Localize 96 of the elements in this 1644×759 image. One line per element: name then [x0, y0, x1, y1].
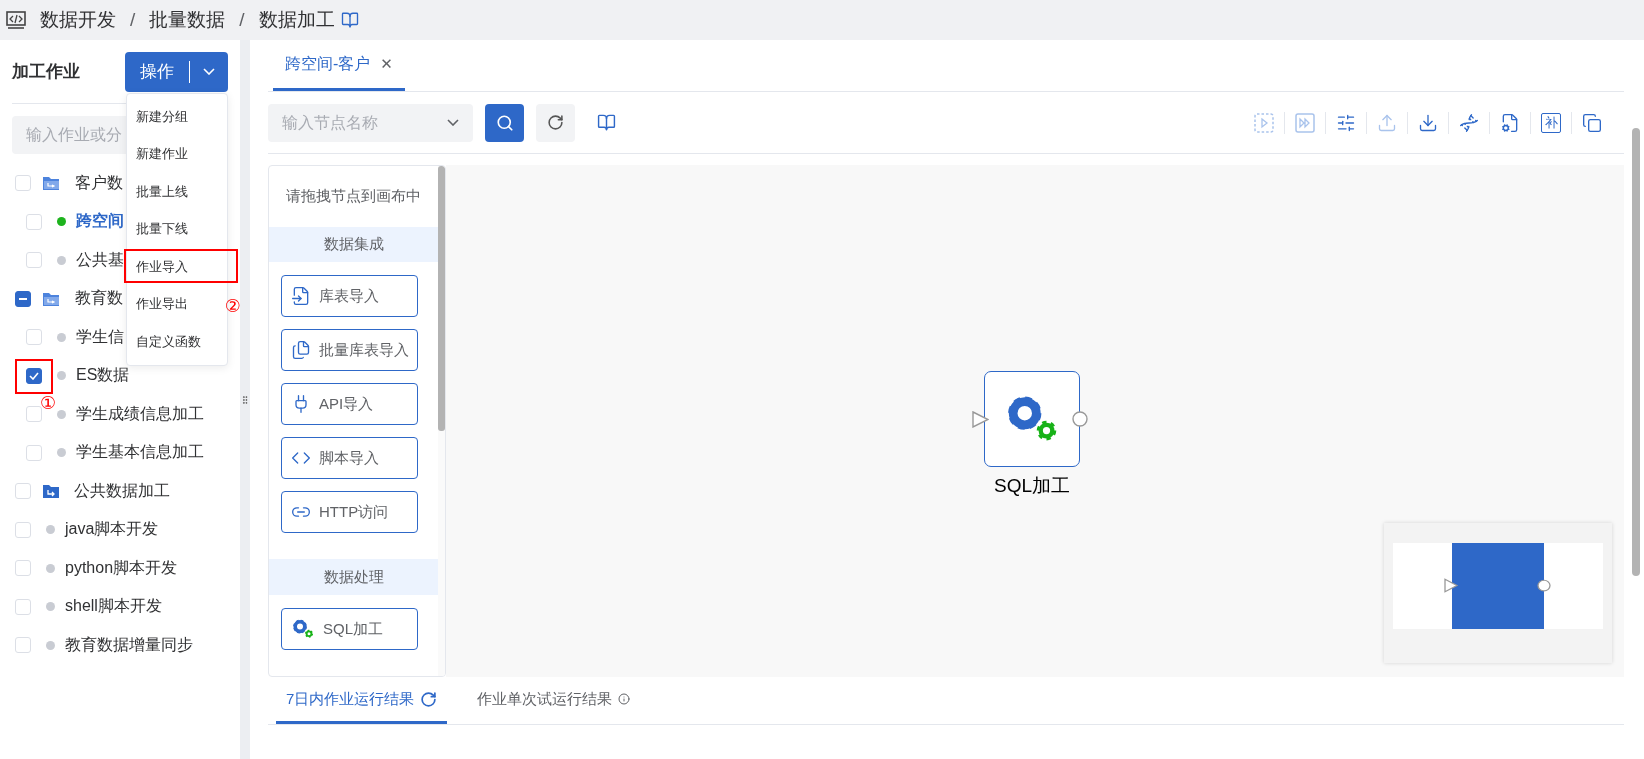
palette-node[interactable]: API导入 [281, 383, 418, 426]
supplement-button[interactable]: 补 [1530, 111, 1571, 134]
tree-item[interactable]: 教育数据增量同步 [0, 634, 193, 656]
menu-item[interactable]: 作业导出 [127, 285, 227, 323]
tree-item[interactable]: 客户数 [0, 172, 123, 194]
breadcrumb-item: 数据加工 [258, 8, 335, 32]
item-label: 跨空间 [76, 211, 124, 232]
item-label: 教育数 [75, 288, 123, 309]
caret-icon [447, 118, 459, 126]
gears-icon [291, 617, 315, 641]
check-icon [29, 371, 39, 380]
search-button[interactable] [485, 103, 524, 142]
info-icon [618, 693, 631, 705]
tree-item[interactable]: 跨空间 [0, 211, 124, 233]
refresh-button[interactable] [536, 103, 575, 142]
close-icon[interactable]: ✕ [380, 55, 393, 73]
item-label: java脚本开发 [65, 519, 159, 540]
menu-item[interactable]: 批量上线 [127, 173, 227, 211]
checkbox[interactable] [26, 367, 42, 384]
tab[interactable]: 7日内作业运行结果 [276, 677, 448, 724]
breadcrumb-separator: / [130, 9, 136, 31]
upload-icon [1377, 112, 1397, 133]
annotation-number: ① [40, 393, 57, 412]
checkbox[interactable] [15, 290, 31, 307]
node-label: 库表导入 [319, 286, 379, 306]
minimap[interactable] [1384, 523, 1612, 663]
section-header: 数据处理 [269, 559, 438, 595]
panel-title: 加工作业 [12, 61, 80, 83]
minus-icon [19, 297, 27, 300]
breadcrumb-item[interactable]: 批量数据 [149, 7, 226, 33]
tree-item[interactable]: 公共数据加工 [0, 480, 170, 502]
annotation-number: ② [224, 296, 241, 315]
menu-item[interactable]: 作业导入 [127, 248, 227, 286]
input-port-icon [972, 411, 989, 428]
folder-icon [43, 484, 59, 499]
item-label: 公共基 [76, 249, 124, 270]
item-label: ES数据 [76, 365, 130, 386]
item-label: 公共数据加工 [74, 480, 170, 501]
sql-node[interactable] [984, 371, 1080, 467]
document-gear-icon [1500, 112, 1520, 133]
files-icon [291, 340, 311, 361]
output-port-icon [1072, 411, 1088, 427]
tab[interactable]: 跨空间-客户 ✕ [273, 40, 405, 91]
caret-icon [203, 68, 215, 75]
palette-hint: 请拖拽节点到画布中 [285, 185, 422, 206]
scrollbar[interactable] [438, 166, 445, 676]
node-label: SQL加工 [323, 619, 383, 639]
scrollbar[interactable] [1632, 128, 1640, 576]
refresh-icon [547, 114, 564, 131]
menu-item[interactable]: 批量下线 [127, 210, 227, 248]
palette-node[interactable]: 批量库表导入 [281, 329, 418, 372]
file-import-icon [291, 286, 311, 307]
item-label: 客户数 [75, 172, 123, 193]
node-label: API导入 [319, 394, 374, 414]
tree-item[interactable]: 教育数 [0, 288, 123, 310]
breadcrumb-item[interactable]: 数据开发 [40, 7, 116, 33]
book-icon[interactable] [340, 11, 359, 29]
item-label: 教育数据增量同步 [65, 634, 193, 655]
menu-item[interactable]: 自定义函数 [127, 323, 227, 361]
palette-node[interactable]: 脚本导入 [281, 437, 418, 480]
node-label: 批量库表导入 [319, 340, 409, 360]
item-label: python脚本开发 [65, 557, 178, 578]
refresh-icon[interactable] [420, 690, 438, 708]
tree-item[interactable]: java脚本开发 [0, 519, 159, 541]
dashed-play-icon [1254, 112, 1274, 133]
tree-item[interactable]: shell脚本开发 [0, 596, 162, 618]
tab[interactable]: 作业单次试运行结果 [467, 677, 641, 724]
actions-button[interactable]: 操作 [125, 51, 228, 92]
search-icon [495, 113, 514, 132]
tree-item[interactable]: 学生基本信息加工 [0, 442, 204, 464]
book-icon[interactable] [597, 113, 616, 132]
item-label: shell脚本开发 [65, 596, 162, 617]
copy-icon [1582, 112, 1602, 133]
fast-forward-icon [1295, 112, 1315, 133]
item-label: 学生信 [76, 326, 124, 347]
item-label: 学生成绩信息加工 [76, 403, 204, 424]
folder-icon [43, 176, 60, 191]
tree-item[interactable]: ES数据 [0, 365, 130, 387]
section-header: 数据集成 [269, 226, 438, 263]
palette-node[interactable]: SQL加工 [281, 608, 418, 650]
download-icon [1418, 112, 1438, 133]
tree-item[interactable]: 学生信 [0, 326, 124, 348]
dna-icon [1459, 112, 1479, 133]
tree-item[interactable]: 公共基 [0, 249, 124, 271]
breadcrumb-separator: / [239, 9, 245, 31]
node-search-field[interactable]: 输入节点名称 [268, 103, 473, 142]
node-label: 脚本导入 [319, 448, 379, 468]
tree-item[interactable]: python脚本开发 [0, 557, 178, 579]
palette-node[interactable]: 库表导入 [281, 275, 418, 318]
node-label: HTTP访问 [319, 502, 389, 522]
item-label: 学生基本信息加工 [76, 442, 204, 463]
sliders-icon [1336, 112, 1356, 133]
palette-node[interactable]: HTTP访问 [281, 491, 418, 534]
folder-icon [43, 291, 60, 306]
node-label: SQL加工 [994, 474, 1070, 498]
code-window-icon [6, 11, 26, 29]
